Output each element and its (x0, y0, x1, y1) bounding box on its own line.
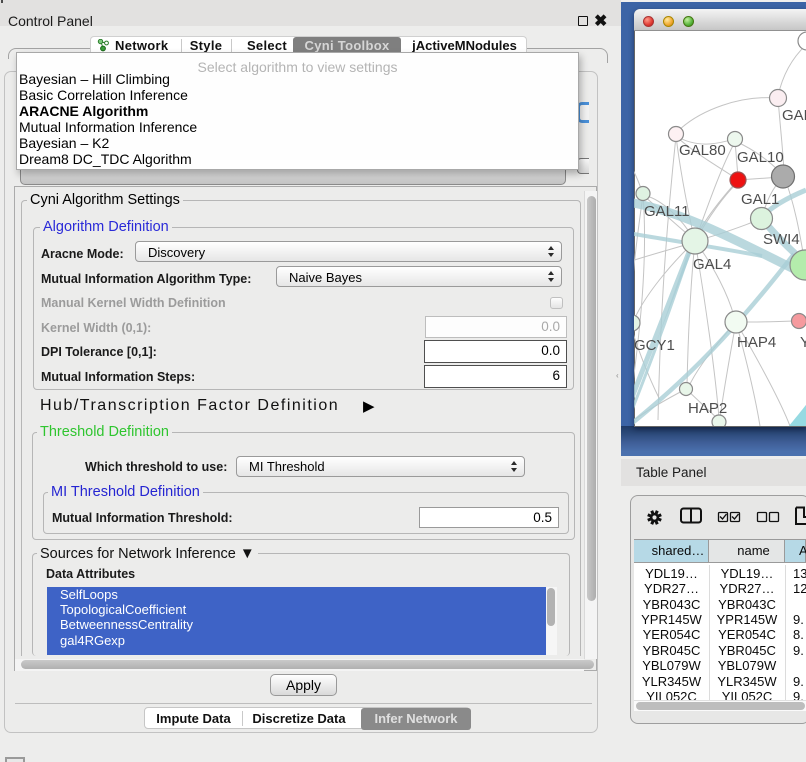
svg-text:GAL1: GAL1 (741, 191, 779, 208)
svg-text:GAL10: GAL10 (737, 149, 784, 166)
svg-text:GAL7: GAL7 (782, 107, 806, 124)
svg-text:Y: Y (800, 334, 806, 351)
svg-text:HAP2: HAP2 (688, 400, 727, 417)
svg-text:HAP4: HAP4 (737, 334, 776, 351)
svg-text:GAL11: GAL11 (644, 203, 690, 220)
svg-text:SWI4: SWI4 (763, 231, 800, 248)
svg-text:GAL4: GAL4 (693, 256, 731, 273)
svg-text:GAL80: GAL80 (679, 142, 726, 159)
svg-text:GCY1: GCY1 (634, 337, 675, 354)
